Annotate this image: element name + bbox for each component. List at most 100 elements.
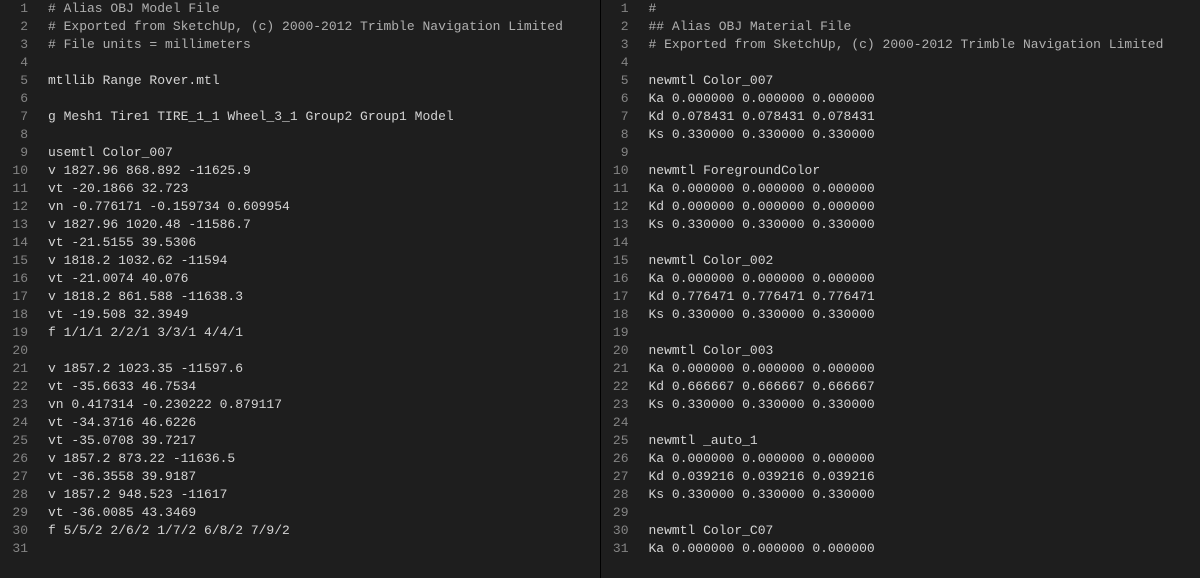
- right-editor-pane[interactable]: 1#2## Alias OBJ Material File3# Exported…: [601, 0, 1200, 578]
- code-line[interactable]: 25vt -35.0708 39.7217: [0, 432, 600, 450]
- code-line[interactable]: 16Ka 0.000000 0.000000 0.000000: [601, 270, 1200, 288]
- code-line[interactable]: 17Kd 0.776471 0.776471 0.776471: [601, 288, 1200, 306]
- code-line[interactable]: 31Ka 0.000000 0.000000 0.000000: [601, 540, 1200, 558]
- code-line[interactable]: 24vt -34.3716 46.6226: [0, 414, 600, 432]
- code-line[interactable]: 7Kd 0.078431 0.078431 0.078431: [601, 108, 1200, 126]
- line-number: 17: [0, 288, 42, 306]
- code-line[interactable]: 26v 1857.2 873.22 -11636.5: [0, 450, 600, 468]
- code-line[interactable]: 3# Exported from SketchUp, (c) 2000-2012…: [601, 36, 1200, 54]
- code-text: #: [643, 0, 1200, 18]
- code-line[interactable]: 29vt -36.0085 43.3469: [0, 504, 600, 522]
- line-number: 23: [0, 396, 42, 414]
- code-line[interactable]: 30newmtl Color_C07: [601, 522, 1200, 540]
- code-line[interactable]: 12vn -0.776171 -0.159734 0.609954: [0, 198, 600, 216]
- code-line[interactable]: 29: [601, 504, 1200, 522]
- code-line[interactable]: 18Ks 0.330000 0.330000 0.330000: [601, 306, 1200, 324]
- code-line[interactable]: 14: [601, 234, 1200, 252]
- code-line[interactable]: 25newmtl _auto_1: [601, 432, 1200, 450]
- code-line[interactable]: 3# File units = millimeters: [0, 36, 600, 54]
- code-line[interactable]: 6: [0, 90, 600, 108]
- line-number: 19: [0, 324, 42, 342]
- code-text: [643, 234, 1200, 252]
- code-text: v 1818.2 1032.62 -11594: [42, 252, 600, 270]
- code-text: newmtl Color_007: [643, 72, 1200, 90]
- line-number: 24: [0, 414, 42, 432]
- line-number: 22: [601, 378, 643, 396]
- line-number: 13: [601, 216, 643, 234]
- code-text: v 1857.2 948.523 -11617: [42, 486, 600, 504]
- code-line[interactable]: 30f 5/5/2 2/6/2 1/7/2 6/8/2 7/9/2: [0, 522, 600, 540]
- code-line[interactable]: 1#: [601, 0, 1200, 18]
- code-text: v 1827.96 1020.48 -11586.7: [42, 216, 600, 234]
- code-text: mtllib Range Rover.mtl: [42, 72, 600, 90]
- code-line[interactable]: 28v 1857.2 948.523 -11617: [0, 486, 600, 504]
- line-number: 5: [601, 72, 643, 90]
- code-text: vt -36.3558 39.9187: [42, 468, 600, 486]
- code-line[interactable]: 27vt -36.3558 39.9187: [0, 468, 600, 486]
- line-number: 6: [0, 90, 42, 108]
- code-line[interactable]: 21v 1857.2 1023.35 -11597.6: [0, 360, 600, 378]
- code-line[interactable]: 7g Mesh1 Tire1 TIRE_1_1 Wheel_3_1 Group2…: [0, 108, 600, 126]
- line-number: 28: [0, 486, 42, 504]
- line-number: 8: [0, 126, 42, 144]
- code-text: newmtl Color_002: [643, 252, 1200, 270]
- code-text: Ks 0.330000 0.330000 0.330000: [643, 126, 1200, 144]
- code-line[interactable]: 20newmtl Color_003: [601, 342, 1200, 360]
- line-number: 30: [601, 522, 643, 540]
- code-line[interactable]: 22Kd 0.666667 0.666667 0.666667: [601, 378, 1200, 396]
- line-number: 8: [601, 126, 643, 144]
- code-line[interactable]: 26Ka 0.000000 0.000000 0.000000: [601, 450, 1200, 468]
- code-line[interactable]: 13v 1827.96 1020.48 -11586.7: [0, 216, 600, 234]
- code-line[interactable]: 23vn 0.417314 -0.230222 0.879117: [0, 396, 600, 414]
- code-line[interactable]: 11Ka 0.000000 0.000000 0.000000: [601, 180, 1200, 198]
- code-line[interactable]: 31: [0, 540, 600, 558]
- code-line[interactable]: 1# Alias OBJ Model File: [0, 0, 600, 18]
- code-line[interactable]: 21Ka 0.000000 0.000000 0.000000: [601, 360, 1200, 378]
- code-line[interactable]: 14vt -21.5155 39.5306: [0, 234, 600, 252]
- code-line[interactable]: 27Kd 0.039216 0.039216 0.039216: [601, 468, 1200, 486]
- code-line[interactable]: 2## Alias OBJ Material File: [601, 18, 1200, 36]
- code-text: vt -35.6633 46.7534: [42, 378, 600, 396]
- left-editor-pane[interactable]: 1# Alias OBJ Model File2# Exported from …: [0, 0, 601, 578]
- code-line[interactable]: 12Kd 0.000000 0.000000 0.000000: [601, 198, 1200, 216]
- code-text: vt -20.1866 32.723: [42, 180, 600, 198]
- code-text: [643, 414, 1200, 432]
- code-line[interactable]: 10v 1827.96 868.892 -11625.9: [0, 162, 600, 180]
- code-line[interactable]: 9: [601, 144, 1200, 162]
- code-line[interactable]: 15newmtl Color_002: [601, 252, 1200, 270]
- code-line[interactable]: 22vt -35.6633 46.7534: [0, 378, 600, 396]
- code-line[interactable]: 10newmtl ForegroundColor: [601, 162, 1200, 180]
- code-line[interactable]: 18vt -19.508 32.3949: [0, 306, 600, 324]
- line-number: 7: [0, 108, 42, 126]
- code-line[interactable]: 23Ks 0.330000 0.330000 0.330000: [601, 396, 1200, 414]
- line-number: 15: [0, 252, 42, 270]
- code-text: v 1857.2 1023.35 -11597.6: [42, 360, 600, 378]
- code-line[interactable]: 19: [601, 324, 1200, 342]
- code-text: Kd 0.776471 0.776471 0.776471: [643, 288, 1200, 306]
- code-line[interactable]: 11vt -20.1866 32.723: [0, 180, 600, 198]
- line-number: 31: [601, 540, 643, 558]
- code-line[interactable]: 16vt -21.0074 40.076: [0, 270, 600, 288]
- code-line[interactable]: 8Ks 0.330000 0.330000 0.330000: [601, 126, 1200, 144]
- code-line[interactable]: 9usemtl Color_007: [0, 144, 600, 162]
- code-line[interactable]: 4: [601, 54, 1200, 72]
- code-line[interactable]: 2# Exported from SketchUp, (c) 2000-2012…: [0, 18, 600, 36]
- code-line[interactable]: 17v 1818.2 861.588 -11638.3: [0, 288, 600, 306]
- code-line[interactable]: 6Ka 0.000000 0.000000 0.000000: [601, 90, 1200, 108]
- code-line[interactable]: 15v 1818.2 1032.62 -11594: [0, 252, 600, 270]
- code-line[interactable]: 20: [0, 342, 600, 360]
- code-line[interactable]: 8: [0, 126, 600, 144]
- code-text: [643, 504, 1200, 522]
- code-line[interactable]: 4: [0, 54, 600, 72]
- line-number: 26: [601, 450, 643, 468]
- code-text: # Exported from SketchUp, (c) 2000-2012 …: [42, 18, 600, 36]
- code-line[interactable]: 13Ks 0.330000 0.330000 0.330000: [601, 216, 1200, 234]
- code-line[interactable]: 28Ks 0.330000 0.330000 0.330000: [601, 486, 1200, 504]
- code-text: v 1857.2 873.22 -11636.5: [42, 450, 600, 468]
- line-number: 3: [601, 36, 643, 54]
- code-line[interactable]: 5mtllib Range Rover.mtl: [0, 72, 600, 90]
- code-line[interactable]: 24: [601, 414, 1200, 432]
- code-line[interactable]: 19f 1/1/1 2/2/1 3/3/1 4/4/1: [0, 324, 600, 342]
- line-number: 2: [0, 18, 42, 36]
- code-line[interactable]: 5newmtl Color_007: [601, 72, 1200, 90]
